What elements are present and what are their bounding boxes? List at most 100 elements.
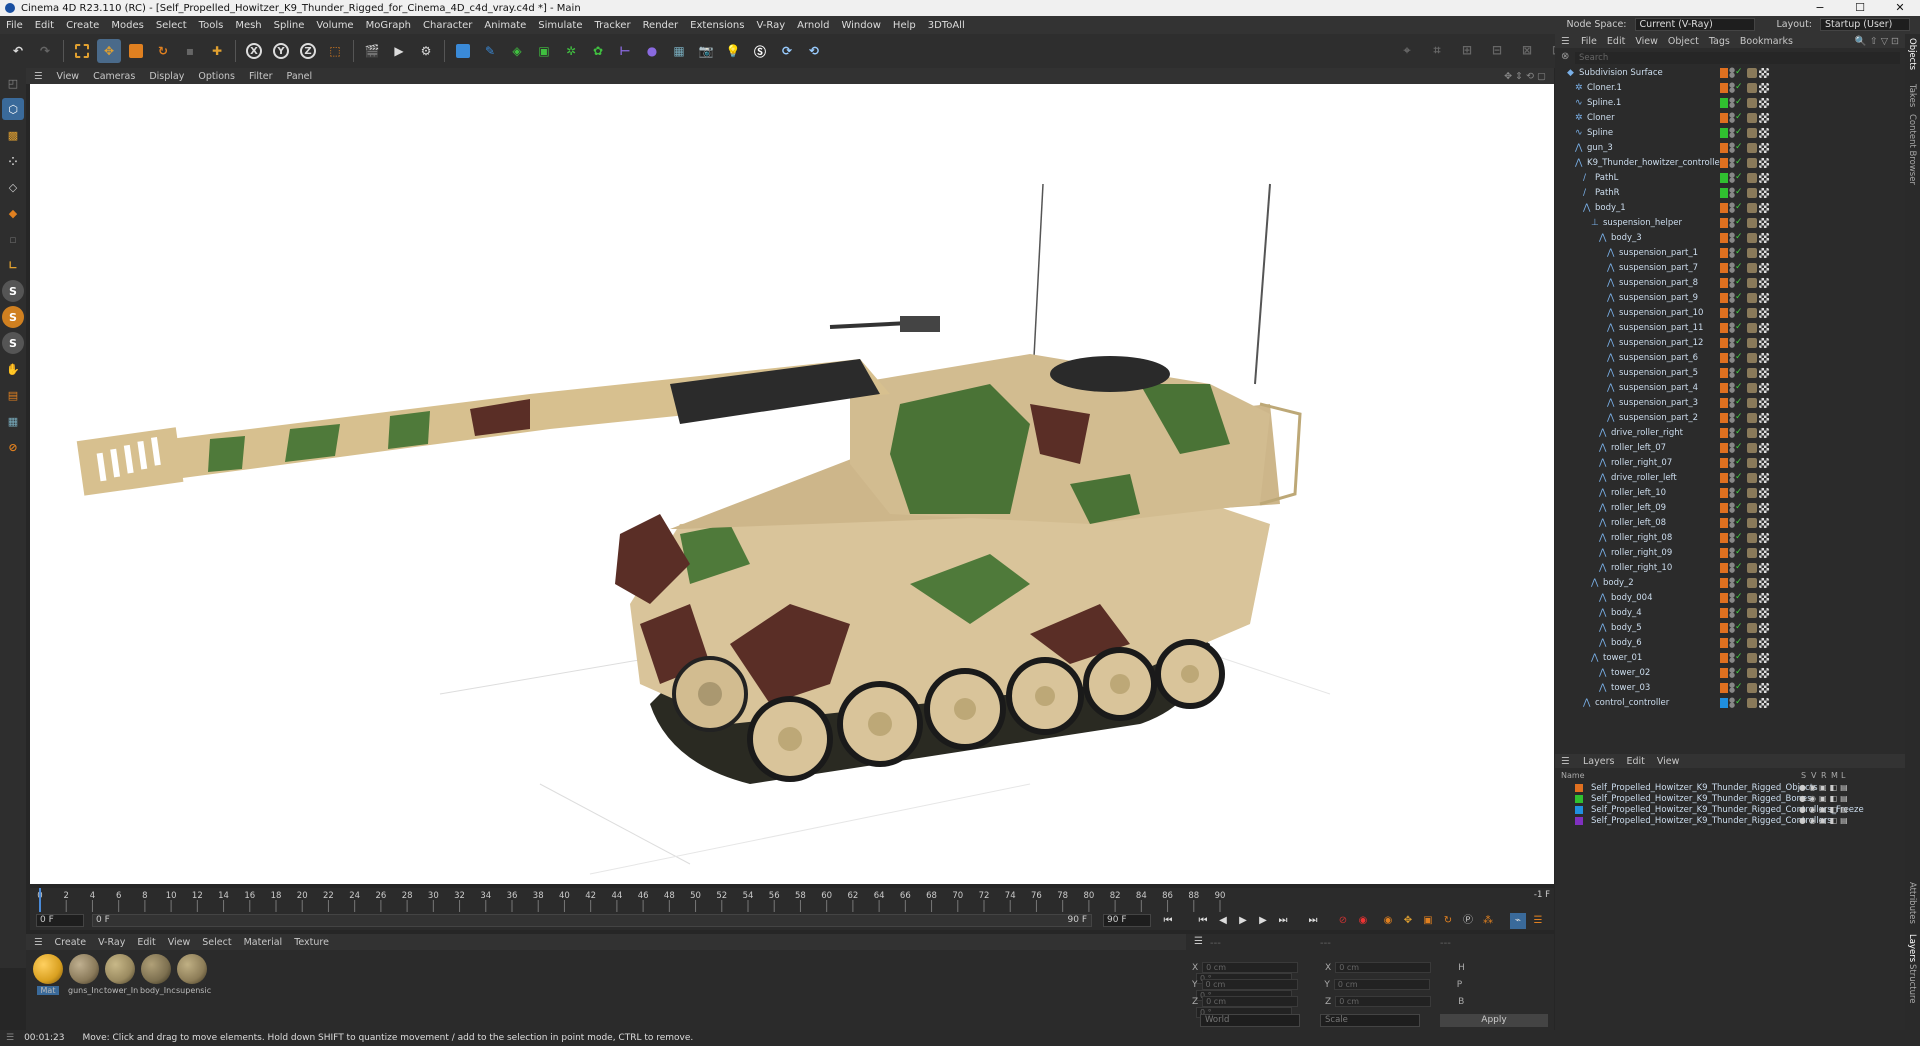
render-view-icon[interactable]: ▶ [387, 39, 411, 63]
visibility-dots[interactable]: ● ● [1729, 352, 1735, 364]
coord-mode-dropdown[interactable]: World [1200, 1014, 1300, 1027]
layer-color-swatch[interactable] [1720, 383, 1728, 393]
material-tag-icon[interactable] [1747, 458, 1757, 468]
texture-tag-icon[interactable] [1759, 68, 1769, 78]
enabled-check-icon[interactable]: ✓ [1735, 592, 1743, 602]
material-tag-icon[interactable] [1747, 368, 1757, 378]
texture-tag-icon[interactable] [1759, 428, 1769, 438]
texture-tag-icon[interactable] [1759, 383, 1769, 393]
extrude-icon[interactable]: ▣ [532, 39, 556, 63]
tab-objects[interactable]: Objects [1907, 38, 1917, 70]
maximize-button[interactable]: ☐ [1840, 0, 1880, 16]
material-tag-icon[interactable] [1747, 353, 1757, 363]
texture-tag-icon[interactable] [1759, 188, 1769, 198]
python-script-icon[interactable]: ⟲ [802, 39, 826, 63]
goto-end-icon[interactable]: ⏭ [1305, 913, 1321, 929]
material-tag-icon[interactable] [1747, 143, 1757, 153]
material-tag-icon[interactable] [1747, 653, 1757, 663]
enabled-check-icon[interactable]: ✓ [1735, 367, 1743, 377]
material-menu-texture[interactable]: Texture [294, 937, 329, 948]
texture-tag-icon[interactable] [1759, 263, 1769, 273]
material-body[interactable]: body_Inc [140, 954, 176, 1000]
object-row[interactable]: ⋀ roller_right_09 ● ● ✓ [1555, 546, 1905, 561]
rotation-key-icon[interactable]: ↻ [1440, 913, 1456, 929]
object-row[interactable]: ⋀ roller_left_07 ● ● ✓ [1555, 441, 1905, 456]
enabled-check-icon[interactable]: ✓ [1735, 262, 1743, 272]
3d-viewport[interactable] [30, 84, 1554, 884]
render-settings-icon[interactable]: ⚙ [414, 39, 438, 63]
prev-key-icon[interactable]: ⏮ [1195, 913, 1211, 929]
material-tag-icon[interactable] [1747, 698, 1757, 708]
texture-tag-icon[interactable] [1759, 83, 1769, 93]
menu-3dtoall[interactable]: 3DToAll [922, 20, 971, 31]
texture-tag-icon[interactable] [1759, 608, 1769, 618]
visibility-dots[interactable]: ● ● [1729, 187, 1735, 199]
visibility-dots[interactable]: ● ● [1729, 457, 1735, 469]
enabled-check-icon[interactable]: ✓ [1735, 607, 1743, 617]
pos-z-field[interactable]: 0 cm [1202, 996, 1299, 1007]
enabled-check-icon[interactable]: ✓ [1735, 412, 1743, 422]
menu-window[interactable]: Window [835, 20, 886, 31]
live-selection-icon[interactable] [70, 39, 94, 63]
redo-icon[interactable]: ↷ [33, 39, 57, 63]
enabled-check-icon[interactable]: ✓ [1735, 532, 1743, 542]
enabled-check-icon[interactable]: ✓ [1735, 322, 1743, 332]
layer-color-swatch[interactable] [1720, 338, 1728, 348]
layer-color-swatch[interactable] [1720, 608, 1728, 618]
object-row[interactable]: ◆ Subdivision Surface ● ● ✓ [1555, 66, 1905, 81]
layer-color-swatch[interactable] [1720, 308, 1728, 318]
menu-animate[interactable]: Animate [478, 20, 532, 31]
enabled-check-icon[interactable]: ✓ [1735, 67, 1743, 77]
texture-mode-icon[interactable]: ▩ [2, 124, 24, 146]
material-tag-icon[interactable] [1747, 473, 1757, 483]
material-tag-icon[interactable] [1747, 683, 1757, 693]
layer-color-swatch[interactable] [1720, 653, 1728, 663]
object-row[interactable]: ⊥ suspension_helper ● ● ✓ [1555, 216, 1905, 231]
visibility-dots[interactable]: ● ● [1729, 502, 1735, 514]
material-menu-edit[interactable]: Edit [137, 937, 155, 948]
material-menu-material[interactable]: Material [244, 937, 283, 948]
menu-create[interactable]: Create [60, 20, 105, 31]
layer-row[interactable]: Self_Propelled_Howitzer_K9_Thunder_Rigge… [1555, 815, 1905, 827]
object-row[interactable]: ⋀ body_5 ● ● ✓ [1555, 621, 1905, 636]
layer-color-swatch[interactable] [1720, 398, 1728, 408]
texture-tag-icon[interactable] [1759, 308, 1769, 318]
visibility-dots[interactable]: ● ● [1729, 367, 1735, 379]
visibility-dots[interactable]: ● ● [1729, 472, 1735, 484]
material-tag-icon[interactable] [1747, 593, 1757, 603]
texture-tag-icon[interactable] [1759, 98, 1769, 108]
enabled-check-icon[interactable]: ✓ [1735, 472, 1743, 482]
tab-takes[interactable]: Takes [1907, 84, 1917, 107]
enabled-check-icon[interactable]: ✓ [1735, 577, 1743, 587]
texture-tag-icon[interactable] [1759, 113, 1769, 123]
object-row[interactable]: ⋀ body_004 ● ● ✓ [1555, 591, 1905, 606]
enabled-check-icon[interactable]: ✓ [1735, 397, 1743, 407]
visibility-dots[interactable]: ● ● [1729, 247, 1735, 259]
texture-tag-icon[interactable] [1759, 143, 1769, 153]
snap-s2-icon[interactable]: S [2, 306, 24, 328]
texture-tag-icon[interactable] [1759, 203, 1769, 213]
texture-tag-icon[interactable] [1759, 158, 1769, 168]
menu-simulate[interactable]: Simulate [532, 20, 588, 31]
enabled-check-icon[interactable]: ✓ [1735, 127, 1743, 137]
record-icon[interactable]: ⊘ [1335, 913, 1351, 929]
enabled-check-icon[interactable]: ✓ [1735, 217, 1743, 227]
tab-layers[interactable]: Layers [1907, 934, 1917, 962]
om-menu-tags[interactable]: Tags [1709, 36, 1730, 47]
brush-icon[interactable]: ✋ [2, 358, 24, 380]
material-tag-icon[interactable] [1747, 578, 1757, 588]
menu-mesh[interactable]: Mesh [229, 20, 267, 31]
material-mat[interactable]: Mat [32, 954, 64, 1000]
visibility-dots[interactable]: ● ● [1729, 157, 1735, 169]
keyframe-selection-icon[interactable]: ◉ [1380, 913, 1396, 929]
layer-color-swatch[interactable] [1720, 158, 1728, 168]
timeline-ruler[interactable]: 0246810121416182022242628303234363840424… [30, 888, 1554, 912]
enabled-check-icon[interactable]: ✓ [1735, 622, 1743, 632]
workplane-icon[interactable]: ⊞ [1455, 38, 1479, 62]
layer-menu-layers[interactable]: Layers [1583, 756, 1614, 767]
enabled-check-icon[interactable]: ✓ [1735, 697, 1743, 707]
layer-color-swatch[interactable] [1575, 806, 1583, 814]
object-row[interactable]: ∿ Spline ● ● ✓ [1555, 126, 1905, 141]
layer-color-swatch[interactable] [1720, 83, 1728, 93]
position-key-icon[interactable]: ✥ [1400, 913, 1416, 929]
